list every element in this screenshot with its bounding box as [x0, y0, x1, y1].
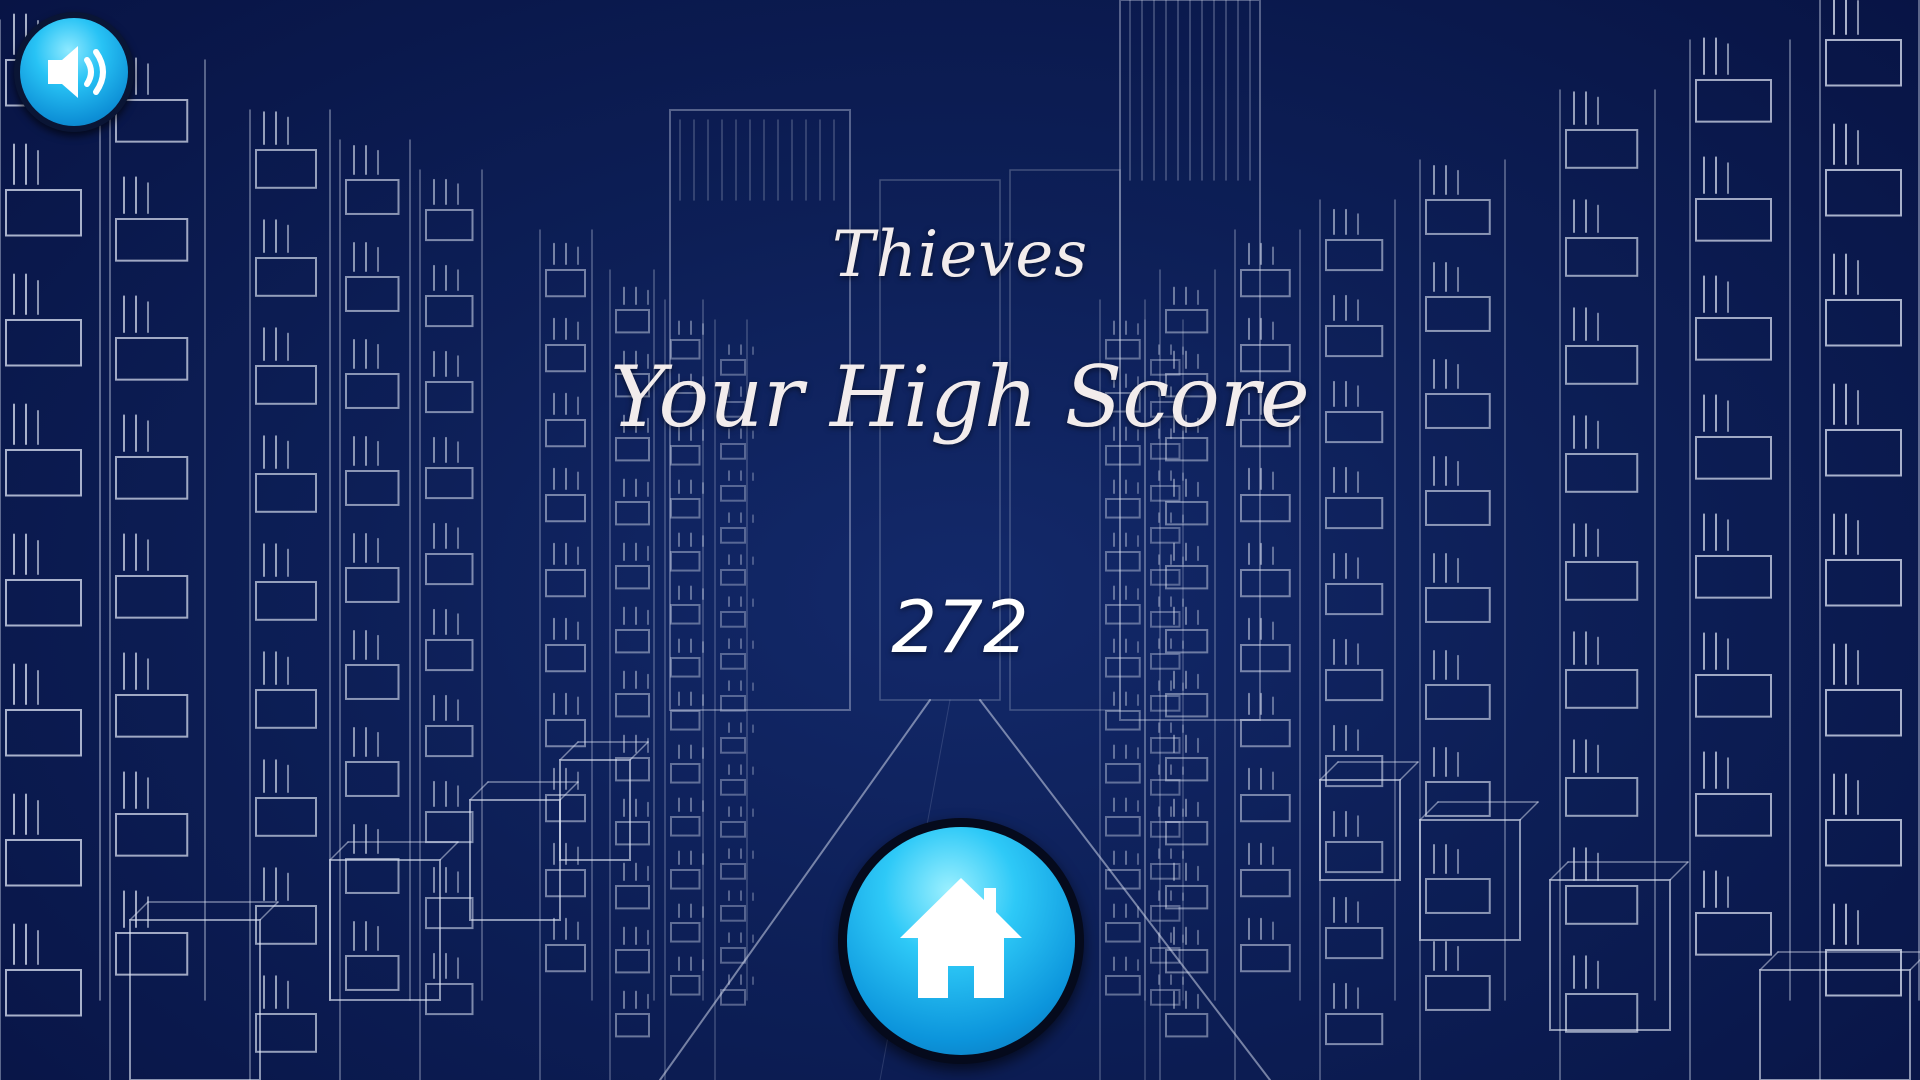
home-icon: [900, 878, 1022, 998]
game-title: Thieves: [831, 218, 1089, 292]
high-score-heading: Your High Score: [610, 348, 1310, 446]
high-score-value: 272: [891, 585, 1029, 669]
game-screen: Thieves Your High Score 272: [0, 0, 1920, 1080]
sound-toggle-button[interactable]: [14, 12, 134, 132]
speaker-volume-icon: [48, 46, 106, 98]
home-button[interactable]: [838, 818, 1084, 1064]
